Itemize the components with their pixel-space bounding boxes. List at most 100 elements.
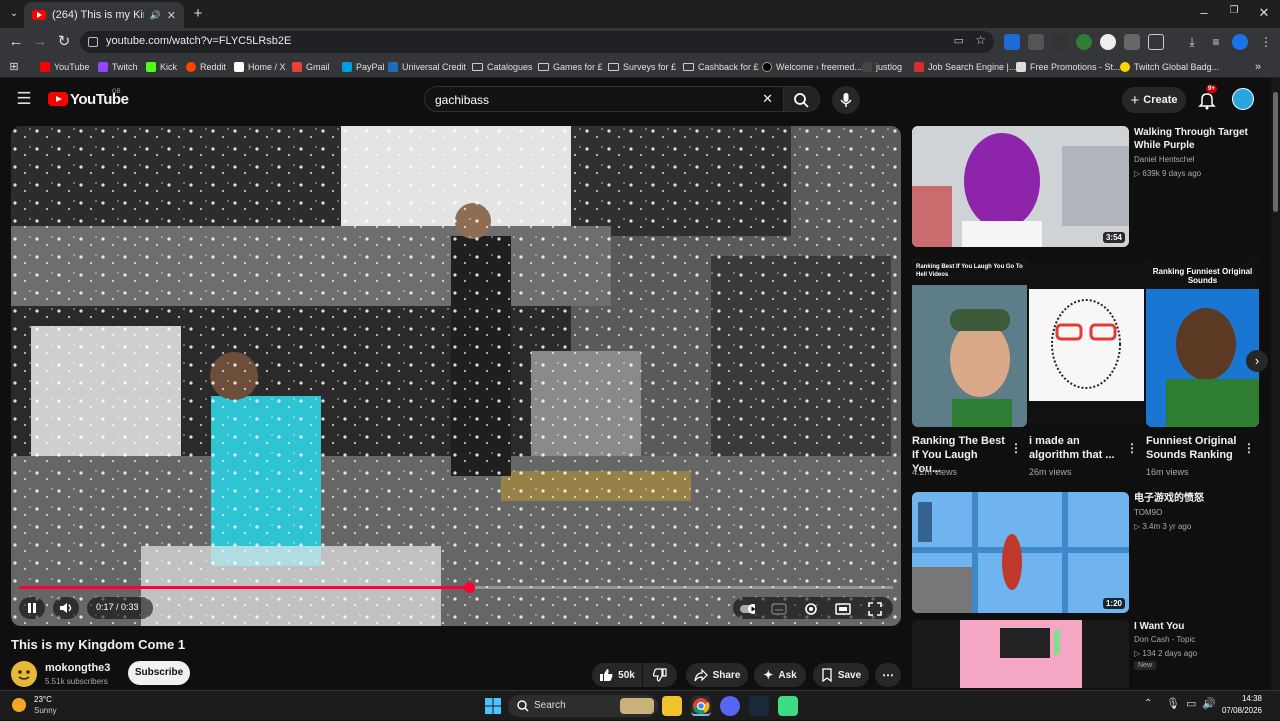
progress-bar[interactable] — [19, 582, 893, 593]
cast-icon[interactable]: ▭ — [954, 34, 964, 47]
voice-search-button[interactable] — [832, 86, 860, 114]
bookmark-job-search[interactable]: Job Search Engine |... — [914, 60, 1016, 74]
extensions-puzzle-icon[interactable] — [1148, 34, 1164, 50]
short-thumbnail[interactable] — [1029, 259, 1144, 427]
progress-scrubber[interactable] — [463, 582, 475, 593]
dislike-button[interactable] — [643, 663, 677, 687]
bookmark-folder-surveys[interactable]: Surveys for £ — [608, 60, 676, 74]
short-thumbnail[interactable]: Ranking Best If You Laugh You Go To Hell… — [912, 259, 1027, 427]
autoplay-toggle-icon[interactable] — [739, 601, 755, 617]
extension-icon[interactable] — [1052, 34, 1068, 50]
like-button[interactable]: 50k — [592, 663, 642, 687]
bookmark-freemed[interactable]: Welcome › freemed... — [762, 60, 862, 74]
bookmark-reddit[interactable]: Reddit — [186, 60, 226, 74]
recommendation-title[interactable]: Walking Through Target While Purple — [1134, 126, 1264, 152]
profile-icon[interactable] — [1232, 34, 1248, 50]
recommendation-thumbnail[interactable] — [912, 620, 1129, 688]
notifications-button[interactable]: 9+ — [1196, 85, 1218, 111]
recommendation-channel[interactable]: Daniel Hentschel — [1134, 155, 1194, 164]
apps-grid-icon[interactable]: ⊞ — [4, 57, 24, 77]
taskbar-search[interactable]: Search — [508, 695, 658, 717]
extension-icon[interactable] — [1004, 34, 1020, 50]
bookmark-star-icon[interactable]: ☆ — [975, 33, 986, 47]
tab-search-icon[interactable]: ⌄ — [4, 4, 24, 24]
clear-search-icon[interactable]: ✕ — [762, 91, 773, 107]
extension-icon[interactable] — [1100, 34, 1116, 50]
bookmark-folder-cashback[interactable]: Cashback for £ — [683, 60, 759, 74]
short-menu-icon[interactable]: ⋮ — [1126, 441, 1138, 455]
microphone-tray-icon[interactable]: 🎙 — [1166, 697, 1180, 710]
file-explorer-icon[interactable] — [662, 696, 682, 716]
video-player[interactable]: 0:17 / 0:33 — [11, 126, 901, 626]
minimize-icon[interactable]: – — [1194, 5, 1214, 23]
more-bookmarks-icon[interactable]: » — [1248, 57, 1268, 77]
bookmark-universal-credit[interactable]: Universal Credit — [388, 60, 466, 74]
search-input[interactable]: gachibass ✕ — [424, 86, 784, 112]
restore-icon[interactable]: ❐ — [1224, 5, 1244, 23]
fullscreen-icon[interactable] — [867, 601, 883, 617]
network-icon[interactable]: ▭ — [1186, 697, 1196, 710]
tab-audio-icon[interactable]: 🔊 — [150, 10, 161, 21]
new-tab-icon[interactable]: + — [188, 4, 208, 24]
short-title[interactable]: Funniest Original Sounds Ranking — [1146, 434, 1242, 462]
account-avatar[interactable] — [1232, 88, 1254, 110]
search-button[interactable] — [784, 86, 820, 112]
captions-icon[interactable] — [771, 601, 787, 617]
back-icon[interactable]: ← — [6, 32, 26, 52]
extension-icon[interactable] — [1028, 34, 1044, 50]
chrome-app[interactable] — [691, 696, 711, 716]
short-menu-icon[interactable]: ⋮ — [1243, 441, 1255, 455]
recommendation-channel[interactable]: Don Cash - Topic — [1134, 635, 1195, 644]
play-pause-button[interactable] — [19, 597, 45, 619]
windows-start-icon[interactable] — [483, 696, 503, 716]
settings-gear-icon[interactable] — [803, 601, 819, 617]
bookmark-free-promotions[interactable]: Free Promotions - St... — [1016, 60, 1121, 74]
bookmark-kick[interactable]: Kick — [146, 60, 177, 74]
tab-close-icon[interactable]: ✕ — [167, 9, 176, 22]
tab-list-icon[interactable]: ≡ — [1206, 32, 1226, 52]
bookmark-justlog[interactable]: justlog — [862, 60, 902, 74]
bookmark-paypal[interactable]: PayPal — [342, 60, 385, 74]
channel-name[interactable]: mokongthe3 — [45, 662, 110, 674]
address-bar[interactable]: youtube.com/watch?v=FLYC5LRsb2E ▭ ☆ — [80, 31, 994, 53]
site-info-icon[interactable] — [88, 37, 98, 47]
sun-weather-icon[interactable] — [12, 698, 26, 712]
shorts-next-button[interactable]: › — [1246, 350, 1268, 372]
bookmark-x[interactable]: Home / X — [234, 60, 286, 74]
bookmark-folder-games[interactable]: Games for £ — [538, 60, 603, 74]
ask-button[interactable]: ✦ Ask — [754, 663, 806, 687]
reload-icon[interactable]: ↻ — [54, 32, 74, 52]
youtube-logo-icon[interactable] — [48, 92, 68, 106]
channel-avatar[interactable] — [11, 661, 37, 687]
clock-date[interactable]: 07/08/2026 — [1212, 706, 1262, 715]
scrollbar-thumb[interactable] — [1273, 92, 1278, 212]
android-app-icon[interactable] — [778, 696, 798, 716]
short-thumbnail[interactable]: Ranking Funniest Original Sounds — [1146, 259, 1259, 427]
download-icon[interactable]: ⤓ — [1182, 32, 1202, 52]
recommendation-thumbnail[interactable]: 1:20 — [912, 492, 1129, 613]
browser-menu-icon[interactable]: ⋮ — [1256, 32, 1276, 52]
window-close-icon[interactable]: ✕ — [1254, 5, 1274, 23]
more-actions-button[interactable]: ⋯ — [875, 663, 901, 687]
bookmark-gmail[interactable]: Gmail — [292, 60, 330, 74]
short-title[interactable]: i made an algorithm that ... — [1029, 434, 1125, 462]
share-button[interactable]: Share — [686, 663, 748, 687]
discord-icon[interactable] — [720, 696, 740, 716]
bookmark-folder-catalogues[interactable]: Catalogues — [472, 60, 533, 74]
page-scrollbar[interactable] — [1271, 78, 1280, 690]
steam-icon[interactable] — [749, 696, 769, 716]
subscribe-button[interactable]: Subscribe — [128, 661, 190, 685]
bookmark-twitch[interactable]: Twitch — [98, 60, 138, 74]
clock-time[interactable]: 14:38 — [1222, 694, 1262, 703]
recommendation-thumbnail[interactable]: 3:54 — [912, 126, 1129, 247]
create-button[interactable]: + Create — [1122, 87, 1186, 113]
recommendation-title[interactable]: I Want You — [1134, 620, 1264, 633]
recommendation-channel[interactable]: TOM9O — [1134, 508, 1162, 517]
extension-icon[interactable] — [1076, 34, 1092, 50]
extension-icon[interactable] — [1124, 34, 1140, 50]
hamburger-menu-icon[interactable]: ☰ — [14, 89, 34, 109]
tray-overflow-icon[interactable]: ⌃ — [1144, 698, 1152, 709]
bookmark-youtube[interactable]: YouTube — [40, 60, 89, 74]
theater-mode-icon[interactable] — [835, 601, 851, 617]
recommendation-title[interactable]: 电子游戏的愤怒 — [1134, 492, 1264, 505]
